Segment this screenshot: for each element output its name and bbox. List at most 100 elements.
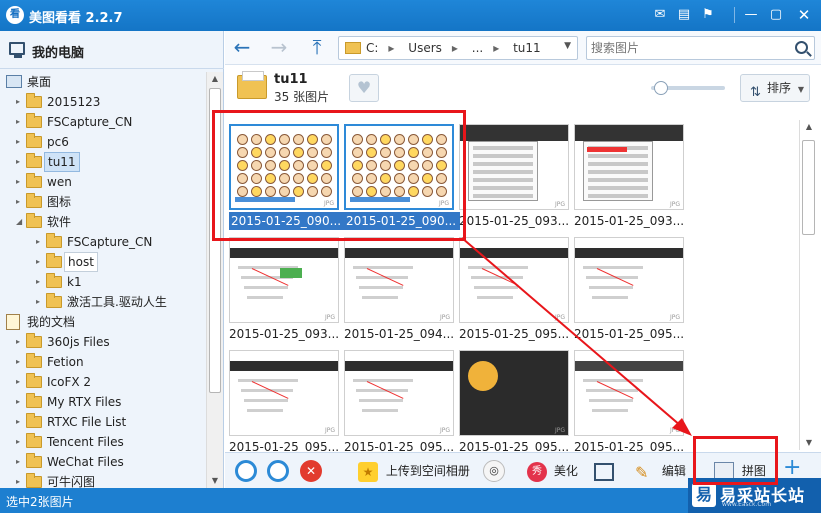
folder-icon [26, 93, 42, 108]
scroll-down-icon[interactable]: ▼ [800, 436, 818, 450]
documents-icon [6, 314, 20, 330]
expand-arrow-icon[interactable]: ▸ [16, 352, 26, 372]
expand-arrow-icon[interactable]: ▸ [16, 132, 26, 152]
expand-arrow-icon[interactable]: ▸ [16, 412, 26, 432]
image-thumbnail[interactable]: JPG 2015-01-25_094... [344, 237, 454, 345]
scroll-up-icon[interactable]: ▲ [800, 120, 818, 134]
thumbnail-grid: JPG 2015-01-25_090... JPG 2015-01-25_090...… [225, 112, 799, 452]
expand-arrow-icon[interactable]: ▸ [16, 152, 26, 172]
image-thumbnail[interactable]: JPG 2015-01-25_090... [344, 124, 460, 232]
sidebar-scroll-thumb[interactable] [209, 88, 221, 393]
expand-arrow-icon[interactable]: ▸ [36, 252, 46, 272]
expand-arrow-icon[interactable]: ▸ [16, 192, 26, 212]
thumbnail-caption: 2015-01-25_093... [574, 214, 685, 228]
image-thumbnail[interactable]: JPG 2015-01-25_095... [574, 237, 684, 345]
image-thumbnail[interactable]: JPG 2015-01-25_095... [459, 350, 569, 452]
thumbnail-image[interactable]: JPG [574, 237, 684, 323]
rotate-left-icon[interactable] [235, 460, 257, 482]
thumbnail-image[interactable]: JPG [344, 237, 454, 323]
sidebar-item-label: Fetion [47, 355, 84, 369]
close-icon[interactable]: ✕ [795, 6, 813, 24]
folder-icon [26, 213, 42, 228]
my-computer-header[interactable]: 我的电脑 [0, 31, 224, 69]
expand-arrow-icon[interactable]: ▸ [36, 272, 46, 292]
folder-icon [237, 71, 267, 99]
expand-arrow-icon[interactable]: ▸ [16, 172, 26, 192]
thumbnail-image[interactable]: JPG [229, 350, 339, 436]
search-box[interactable] [586, 36, 815, 60]
slideshow-button[interactable] [594, 460, 614, 482]
thumbnail-image[interactable]: JPG [459, 350, 569, 436]
image-thumbnail[interactable]: JPG 2015-01-25_093... [229, 237, 339, 345]
breadcrumb[interactable]: C: ▸ Users ▸ ... ▸ tu11 [366, 41, 551, 55]
scroll-down-icon[interactable]: ▼ [207, 474, 223, 488]
app-title: 美图看看 2.2.7 [29, 11, 123, 26]
image-thumbnail[interactable]: JPG 2015-01-25_090... [229, 124, 345, 232]
title-bar: 看 美图看看 2.2.7 ✉ ▤ ⚑ — ▢ ✕ [0, 0, 821, 31]
expand-arrow-icon[interactable]: ▸ [16, 392, 26, 412]
folder-icon [46, 233, 62, 248]
add-icon[interactable]: + [783, 457, 801, 479]
folder-icon [26, 333, 42, 348]
minimize-icon[interactable]: — [742, 6, 760, 24]
search-icon[interactable] [795, 41, 808, 54]
expand-arrow-icon[interactable]: ▸ [16, 372, 26, 392]
menu-icon[interactable]: ▤ [675, 6, 693, 24]
back-arrow-icon[interactable]: ← [230, 36, 254, 60]
breadcrumb-item[interactable]: C: [366, 41, 378, 55]
maximize-icon[interactable]: ▢ [767, 6, 785, 24]
chat-icon[interactable]: ✉ [651, 6, 669, 24]
thumbnail-caption: 2015-01-25_095... [574, 327, 685, 341]
forward-arrow-icon[interactable]: → [267, 36, 291, 60]
image-thumbnail[interactable]: JPG 2015-01-25_093... [574, 124, 684, 232]
edit-button[interactable]: ✎ 编辑 [635, 460, 686, 482]
upload-album-button[interactable]: ★ 上传到空间相册 [358, 460, 470, 482]
grid-scroll-thumb[interactable] [802, 140, 815, 235]
thumbnail-image[interactable]: JPG [574, 124, 684, 210]
image-thumbnail[interactable]: JPG 2015-01-25_095... [229, 350, 339, 452]
jpg-badge: JPG [669, 427, 680, 434]
grid-scrollbar[interactable]: ▲ ▼ [799, 120, 818, 450]
delete-icon[interactable]: ✕ [300, 460, 322, 482]
chevron-down-icon[interactable]: ▼ [564, 41, 571, 51]
expand-arrow-icon[interactable]: ▸ [16, 112, 26, 132]
expand-arrow-icon[interactable]: ▸ [16, 432, 26, 452]
expand-arrow-icon[interactable]: ▸ [36, 292, 46, 312]
up-folder-icon[interactable]: ⤒ [305, 36, 329, 60]
expand-arrow-icon[interactable]: ▸ [16, 92, 26, 112]
scroll-up-icon[interactable]: ▲ [207, 72, 223, 86]
image-thumbnail[interactable]: JPG 2015-01-25_095... [574, 350, 684, 452]
thumbnail-image[interactable]: JPG [459, 124, 569, 210]
zoom-slider-knob[interactable] [654, 81, 668, 95]
thumbnail-image[interactable]: JPG [229, 237, 339, 323]
folder-icon [26, 133, 42, 148]
image-thumbnail[interactable]: JPG 2015-01-25_095... [459, 237, 569, 345]
rotate-right-icon[interactable] [267, 460, 289, 482]
image-thumbnail[interactable]: JPG 2015-01-25_093... [459, 124, 569, 232]
thumbnail-image[interactable]: JPG [459, 237, 569, 323]
collapse-arrow-icon[interactable]: ◢ [16, 212, 26, 232]
sidebar-item-label: IcoFX 2 [47, 375, 92, 389]
expand-arrow-icon[interactable]: ▸ [16, 332, 26, 352]
expand-arrow-icon[interactable]: ▸ [16, 472, 26, 488]
thumbnail-image[interactable]: JPG [229, 124, 339, 210]
favorite-heart-icon[interactable]: ♥ [349, 74, 379, 102]
breadcrumb-item[interactable]: ... [472, 41, 483, 55]
sort-button[interactable]: ⇅ 排序 ▼ [740, 74, 810, 102]
thumbnail-image[interactable]: JPG [574, 350, 684, 436]
skin-icon[interactable]: ⚑ [699, 6, 717, 24]
breadcrumb-item[interactable]: Users [408, 41, 442, 55]
thumbnail-image[interactable]: JPG [344, 124, 454, 210]
expand-arrow-icon[interactable]: ▸ [16, 452, 26, 472]
sidebar-scrollbar[interactable]: ▲ ▼ [206, 72, 223, 488]
weibo-icon[interactable]: ◎ [483, 460, 505, 482]
watermark-subtext: www.Easck.Com [722, 501, 772, 508]
expand-arrow-icon[interactable]: ▸ [36, 232, 46, 252]
beautify-button[interactable]: 秀 美化 [527, 460, 578, 482]
thumbnail-image[interactable]: JPG [344, 350, 454, 436]
address-bar[interactable]: C: ▸ Users ▸ ... ▸ tu11 ▼ [338, 36, 578, 60]
zoom-slider[interactable] [651, 81, 725, 95]
search-input[interactable] [591, 40, 787, 56]
image-thumbnail[interactable]: JPG 2015-01-25_095... [344, 350, 454, 452]
breadcrumb-item[interactable]: tu11 [513, 41, 541, 55]
